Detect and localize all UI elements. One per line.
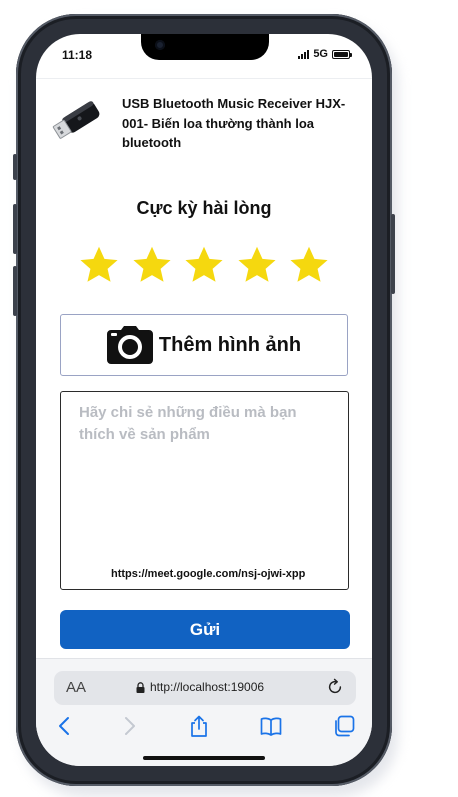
rating-label: Cực kỳ hài lòng	[136, 198, 272, 218]
url-text: http://localhost:19006	[150, 680, 265, 694]
star-4-icon[interactable]	[236, 244, 278, 286]
lock-icon	[136, 681, 145, 693]
status-indicators: 5G	[298, 48, 352, 60]
battery-level	[334, 51, 348, 57]
product-name: USB Bluetooth Music Receiver HJX-001- Bi…	[122, 96, 346, 150]
header-divider	[36, 78, 372, 79]
bookmarks-icon[interactable]	[260, 715, 282, 737]
text-size-button[interactable]: AA	[66, 679, 86, 696]
star-rating	[78, 244, 330, 294]
phone-screen: 11:18 5G USB Bluetooth Music Receiver HJ…	[36, 34, 372, 766]
signal-icon	[298, 49, 310, 59]
review-input[interactable]	[61, 392, 348, 589]
power-button	[391, 214, 395, 294]
review-box: https://meet.google.com/nsj-ojwi-xpp	[60, 391, 349, 590]
star-5-icon[interactable]	[288, 244, 330, 286]
browser-bar: AA http://localhost:19006	[36, 658, 372, 766]
home-indicator	[143, 756, 265, 760]
tabs-icon[interactable]	[333, 715, 355, 737]
network-type: 5G	[313, 48, 328, 60]
star-2-icon[interactable]	[131, 244, 173, 286]
share-icon[interactable]	[188, 715, 210, 737]
volume-up-button	[13, 204, 17, 254]
status-time: 11:18	[62, 48, 93, 62]
review-link-text: https://meet.google.com/nsj-ojwi-xpp	[111, 568, 306, 580]
battery-icon	[332, 49, 352, 59]
submit-button[interactable]: Gửi	[60, 610, 350, 649]
forward-icon[interactable]	[118, 715, 140, 737]
url-display[interactable]: http://localhost:19006	[136, 680, 264, 694]
front-camera	[155, 40, 165, 50]
add-photo-label: Thêm hình ảnh	[158, 333, 302, 356]
star-1-icon[interactable]	[78, 244, 120, 286]
reload-icon[interactable]	[326, 678, 344, 696]
browser-toolbar	[36, 715, 372, 745]
notch	[141, 34, 269, 60]
volume-down-button	[13, 266, 17, 316]
product-summary: USB Bluetooth Music Receiver HJX-001- Bi…	[50, 94, 360, 158]
text-size-label: AA	[66, 679, 87, 696]
camera-icon	[106, 326, 153, 364]
star-3-icon[interactable]	[183, 244, 225, 286]
usb-bluetooth-dongle-icon	[52, 101, 100, 139]
mute-switch	[13, 154, 17, 180]
add-photo-button[interactable]: Thêm hình ảnh	[60, 314, 348, 376]
address-bar[interactable]: AA http://localhost:19006	[54, 671, 356, 705]
back-icon[interactable]	[54, 715, 76, 737]
